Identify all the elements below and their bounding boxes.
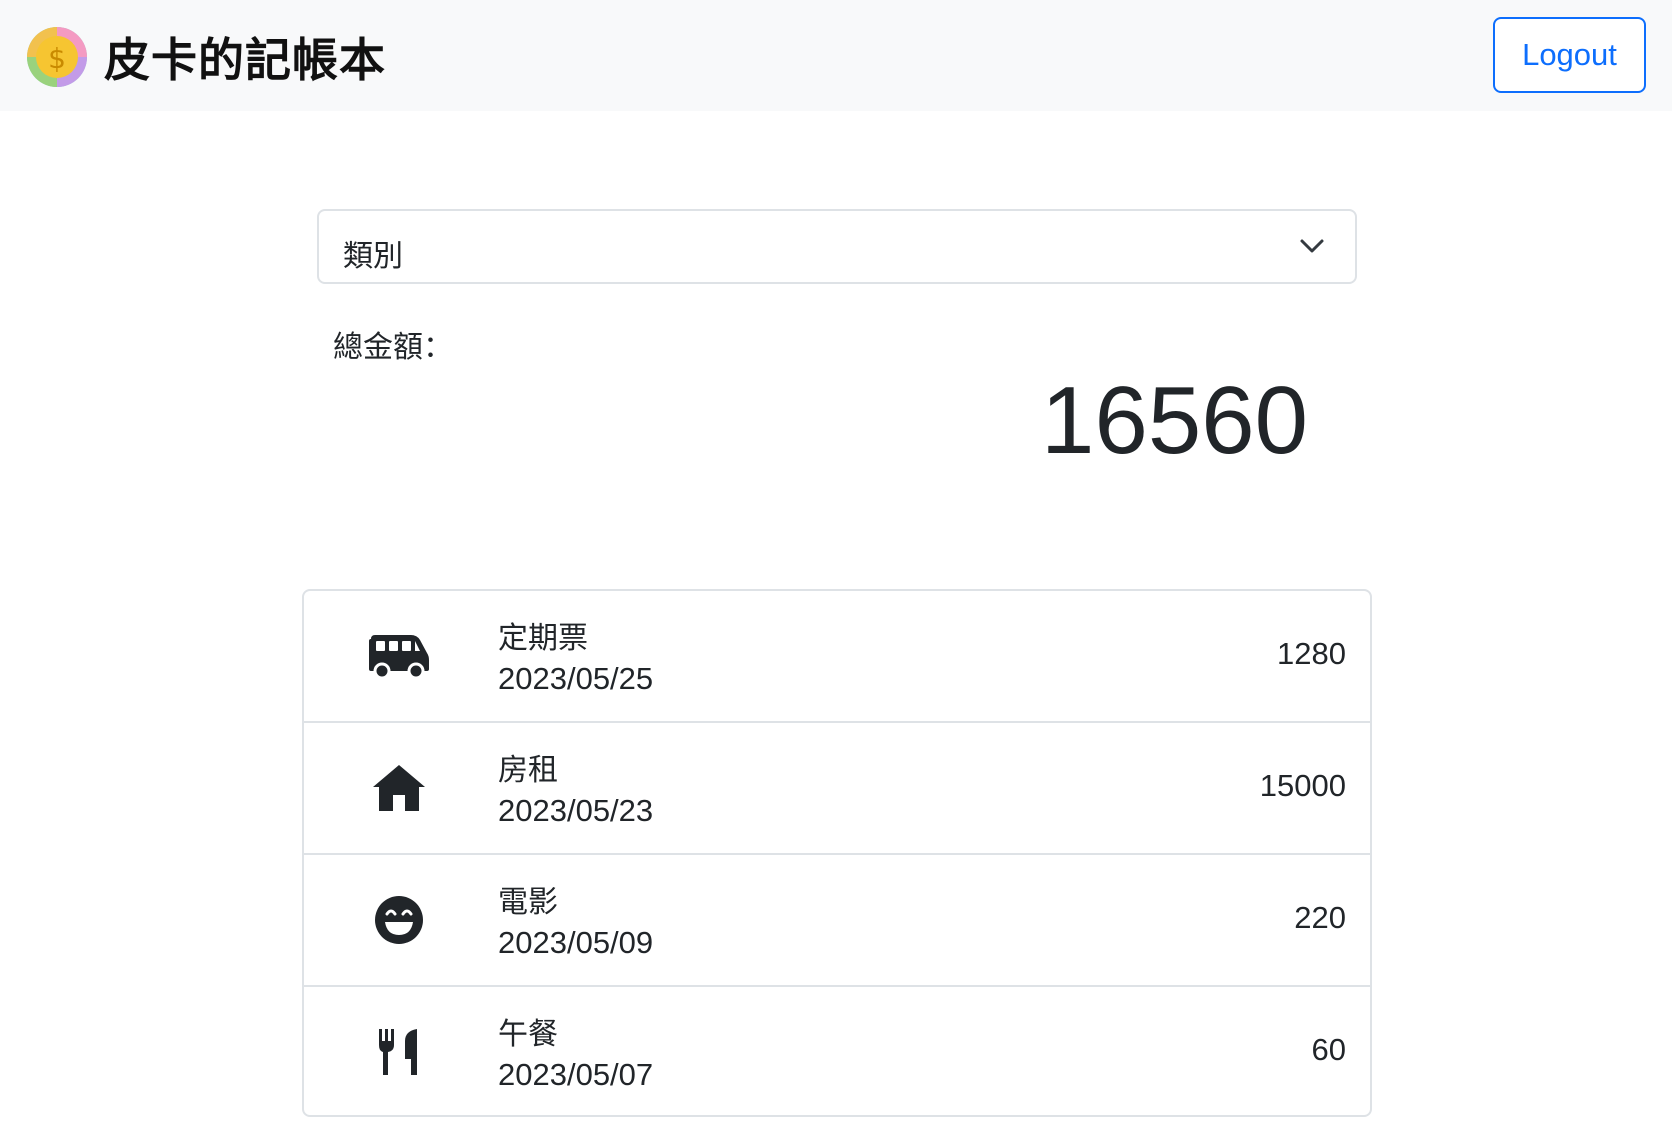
record-name: 電影	[498, 885, 558, 920]
record-row: 房租 2023/05/23 15000 修改 刪除	[304, 723, 1370, 855]
record-amount: 60	[1311, 1032, 1346, 1067]
record-date: 2023/05/09	[498, 925, 654, 960]
app-title: 皮卡的記帳本	[104, 33, 386, 87]
record-name: 定期票	[498, 621, 588, 656]
house-icon	[366, 760, 432, 816]
record-row: 電影 2023/05/09 220 修改 刪除	[304, 855, 1370, 987]
chevron-down-icon	[1300, 239, 1324, 253]
record-row: 定期票 2023/05/25 1280 修改 刪除	[304, 591, 1370, 723]
total-amount: 16560	[1041, 367, 1308, 474]
total-label: 總金額：	[333, 330, 453, 365]
category-select-value: 類別	[343, 239, 403, 274]
record-amount: 1280	[1277, 636, 1346, 671]
record-list: 定期票 2023/05/25 1280 修改 刪除 房租 2023/05/23 …	[302, 589, 1372, 1117]
logout-button[interactable]: Logout	[1493, 17, 1646, 93]
record-name: 午餐	[498, 1017, 558, 1052]
record-date: 2023/05/23	[498, 793, 654, 828]
record-date: 2023/05/07	[498, 1057, 654, 1092]
bus-icon	[366, 628, 432, 684]
record-row: 午餐 2023/05/07 60 修改 刪除	[304, 987, 1370, 1115]
utensils-icon	[366, 1024, 432, 1080]
record-amount: 15000	[1259, 768, 1346, 803]
record-name: 房租	[498, 753, 558, 788]
category-select[interactable]: 類別	[317, 209, 1357, 284]
dollar-coin-icon: $	[27, 27, 87, 87]
grin-face-icon	[366, 892, 432, 948]
record-date: 2023/05/25	[498, 661, 654, 696]
svg-text:$: $	[48, 42, 66, 75]
record-amount: 220	[1294, 900, 1346, 935]
navbar: $ 皮卡的記帳本 Logout	[0, 0, 1672, 111]
brand[interactable]: $ 皮卡的記帳本	[26, 24, 386, 90]
